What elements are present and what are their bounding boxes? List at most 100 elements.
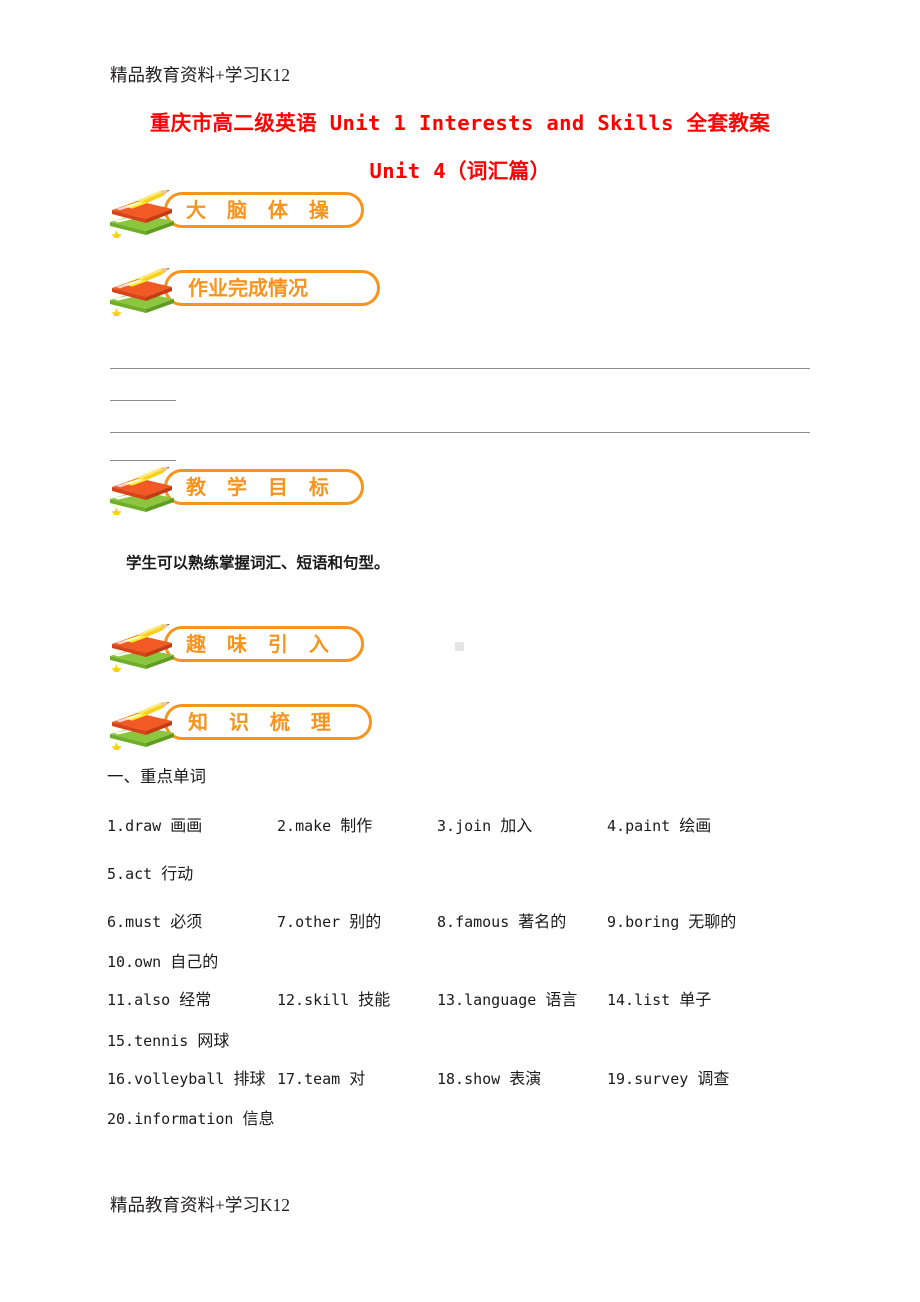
vocabulary-item-word: volleyball xyxy=(134,1070,234,1088)
vocabulary-item-word: boring xyxy=(625,913,689,931)
vocabulary-item: 13.language 语言 xyxy=(437,986,577,1010)
vocabulary-item-word: act xyxy=(125,865,162,883)
stacked-books-pencil-icon xyxy=(104,465,178,517)
vocabulary-item: 19.survey 调查 xyxy=(607,1065,729,1089)
vocabulary-item-number: 6. xyxy=(107,913,126,931)
vocabulary-item-word: make xyxy=(295,817,341,835)
vocabulary-item: 17.team 对 xyxy=(277,1065,365,1089)
vocabulary-item-number: 15. xyxy=(107,1032,135,1050)
vocabulary-row: 11.also 经常 12.skill 技能 13.language 语言 14.li… xyxy=(107,986,807,1010)
blank-rule-long-1 xyxy=(110,368,810,369)
vocabulary-item-word: famous xyxy=(455,913,519,931)
vocabulary-item-meaning: 著名的 xyxy=(518,914,567,931)
vocabulary-item-meaning: 画画 xyxy=(170,818,203,835)
vocabulary-item-number: 1. xyxy=(107,817,126,835)
vocabulary-item-meaning: 绘画 xyxy=(679,818,712,835)
vocabulary-item-meaning: 自己的 xyxy=(170,954,219,971)
vocabulary-item-meaning: 排球 xyxy=(233,1071,266,1088)
page-title: 重庆市高二级英语 Unit 1 Interests and Skills 全套教… xyxy=(0,99,920,195)
section-banner-label: 大 脑 体 操 xyxy=(186,198,336,222)
vocabulary-item-meaning: 别的 xyxy=(349,914,382,931)
vocabulary-item-number: 8. xyxy=(437,913,456,931)
vocabulary-item: 9.boring 无聊的 xyxy=(607,908,736,932)
vocabulary-item: 3.join 加入 xyxy=(437,812,532,836)
vocabulary-item-meaning: 信息 xyxy=(242,1111,275,1128)
vocabulary-row: 10.own 自己的 xyxy=(107,948,807,972)
vocabulary-item-meaning: 制作 xyxy=(340,818,373,835)
vocabulary-row: 20.information 信息 xyxy=(107,1105,807,1129)
vocabulary-item: 16.volleyball 排球 xyxy=(107,1065,265,1089)
vocabulary-item-word: other xyxy=(295,913,350,931)
vocabulary-item-word: tennis xyxy=(134,1032,198,1050)
vocabulary-item-word: must xyxy=(125,913,171,931)
blank-rule-long-2 xyxy=(110,432,810,433)
vocabulary-item-meaning: 经常 xyxy=(179,992,212,1009)
title-line-1: 重庆市高二级英语 Unit 1 Interests and Skills 全套教… xyxy=(149,111,771,135)
vocabulary-item-word: join xyxy=(455,817,501,835)
vocabulary-item: 5.act 行动 xyxy=(107,860,193,884)
vocabulary-item: 4.paint 绘画 xyxy=(607,812,711,836)
document-page: 精品教育资料+学习K12 重庆市高二级英语 Unit 1 Interests a… xyxy=(0,0,920,1302)
vocabulary-item-number: 5. xyxy=(107,865,126,883)
vocabulary-item-number: 9. xyxy=(607,913,626,931)
objective-text: 学生可以熟练掌握词汇、短语和句型。 xyxy=(126,554,390,572)
vocabulary-item-word: show xyxy=(464,1070,510,1088)
footer-watermark: 精品教育资料+学习K12 xyxy=(110,1195,291,1215)
vocabulary-item-meaning: 对 xyxy=(349,1071,366,1088)
vocabulary-item-meaning: 调查 xyxy=(697,1071,730,1088)
vocabulary-item-number: 16. xyxy=(107,1070,135,1088)
vocabulary-item-word: draw xyxy=(125,817,171,835)
vocabulary-item-number: 2. xyxy=(277,817,296,835)
vocabulary-row: 16.volleyball 排球 17.team 对 18.show 表演 19.su… xyxy=(107,1065,807,1089)
vocabulary-item: 2.make 制作 xyxy=(277,812,372,836)
vocabulary-item-meaning: 单子 xyxy=(679,992,712,1009)
vocabulary-item: 11.also 经常 xyxy=(107,986,211,1010)
vocabulary-item: 7.other 别的 xyxy=(277,908,381,932)
vocabulary-item: 10.own 自己的 xyxy=(107,948,218,972)
vocabulary-heading: 一、重点单词 xyxy=(107,767,206,786)
vocabulary-row: 15.tennis 网球 xyxy=(107,1027,807,1051)
vocabulary-item-number: 13. xyxy=(437,991,465,1009)
section-banner-label: 趣 味 引 入 xyxy=(186,632,336,656)
vocabulary-item: 1.draw 画画 xyxy=(107,812,202,836)
vocabulary-item-word: list xyxy=(634,991,680,1009)
vocabulary-item-meaning: 语言 xyxy=(545,992,578,1009)
vocabulary-item: 14.list 单子 xyxy=(607,986,711,1010)
vocabulary-item-word: survey xyxy=(634,1070,698,1088)
vocabulary-item: 18.show 表演 xyxy=(437,1065,541,1089)
page-artifact xyxy=(455,642,464,651)
vocabulary-item: 8.famous 著名的 xyxy=(437,908,566,932)
vocabulary-item-meaning: 技能 xyxy=(358,992,391,1009)
stacked-books-pencil-icon xyxy=(104,266,178,318)
blank-rule-stub-1 xyxy=(110,400,176,401)
vocabulary-item: 15.tennis 网球 xyxy=(107,1027,229,1051)
vocabulary-item-word: own xyxy=(134,953,171,971)
vocabulary-item-word: information xyxy=(134,1110,243,1128)
vocabulary-item-number: 14. xyxy=(607,991,635,1009)
vocabulary-item-meaning: 表演 xyxy=(509,1071,542,1088)
vocabulary-item-word: skill xyxy=(304,991,359,1009)
vocabulary-row: 5.act 行动 xyxy=(107,860,807,884)
header-watermark: 精品教育资料+学习K12 xyxy=(110,65,291,85)
vocabulary-item-meaning: 行动 xyxy=(161,866,194,883)
vocabulary-item-number: 4. xyxy=(607,817,626,835)
blank-rule-stub-2 xyxy=(110,460,176,461)
vocabulary-item-number: 11. xyxy=(107,991,135,1009)
vocabulary-item: 20.information 信息 xyxy=(107,1105,274,1129)
section-banner-label: 知 识 梳 理 xyxy=(188,710,338,734)
stacked-books-pencil-icon xyxy=(104,622,178,674)
vocabulary-item-meaning: 无聊的 xyxy=(688,914,737,931)
vocabulary-item: 6.must 必须 xyxy=(107,908,202,932)
vocabulary-item-number: 3. xyxy=(437,817,456,835)
vocabulary-item-number: 20. xyxy=(107,1110,135,1128)
stacked-books-pencil-icon xyxy=(104,188,178,240)
vocabulary-row: 1.draw 画画 2.make 制作 3.join 加入 4.paint 绘画 xyxy=(107,812,807,836)
vocabulary-item-number: 12. xyxy=(277,991,305,1009)
section-banner-label: 教 学 目 标 xyxy=(186,475,336,499)
vocabulary-item-word: team xyxy=(304,1070,350,1088)
vocabulary-item-number: 10. xyxy=(107,953,135,971)
vocabulary-item-number: 17. xyxy=(277,1070,305,1088)
vocabulary-item-word: also xyxy=(134,991,180,1009)
vocabulary-item-number: 7. xyxy=(277,913,296,931)
vocabulary-item-number: 18. xyxy=(437,1070,465,1088)
